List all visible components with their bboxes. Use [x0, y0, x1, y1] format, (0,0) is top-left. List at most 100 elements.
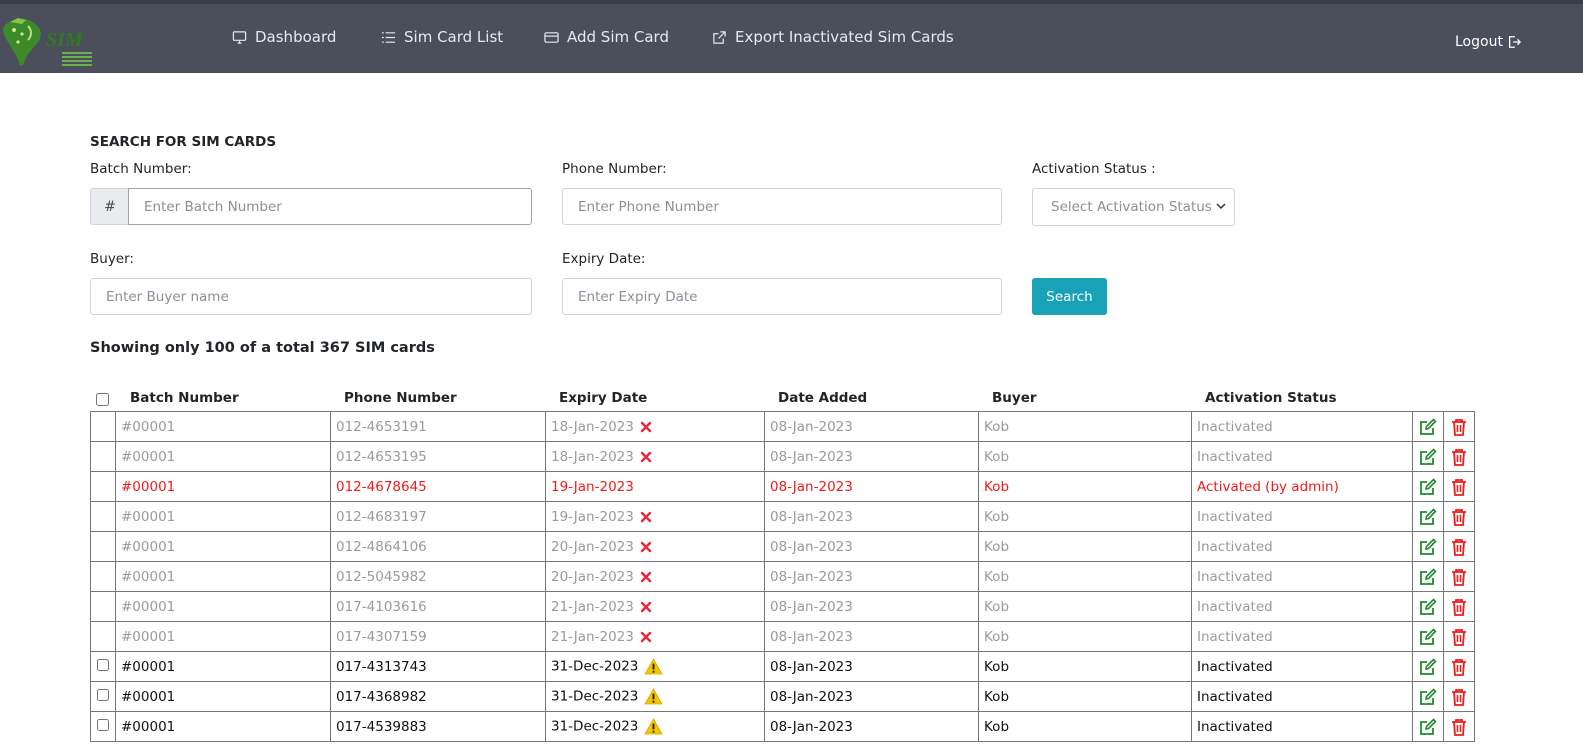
- nav-dashboard[interactable]: Dashboard: [232, 28, 336, 46]
- cell-text: 017-4313743: [336, 658, 427, 675]
- cell-text: Kob: [984, 658, 1010, 675]
- table-row: #00001 012-4653195 18-Jan-2023 08-Jan-2023 K…: [90, 441, 1475, 472]
- cell-expiry-date: 20-Jan-2023: [545, 561, 765, 592]
- cell-phone-number: 017-4307159: [330, 621, 546, 652]
- cell-text: Inactivated: [1197, 628, 1273, 645]
- edit-icon[interactable]: [1418, 477, 1438, 497]
- edit-button[interactable]: [1412, 681, 1444, 712]
- edit-button[interactable]: [1412, 591, 1444, 622]
- batch-number-input[interactable]: [128, 188, 532, 225]
- cell-expiry-date: 18-Jan-2023: [545, 411, 765, 442]
- buyer-input[interactable]: [90, 278, 532, 315]
- trash-icon[interactable]: [1449, 507, 1469, 527]
- search-button[interactable]: Search: [1032, 278, 1107, 315]
- cell-text: Inactivated: [1197, 448, 1273, 465]
- cell-batch-number: #00001: [115, 561, 331, 592]
- cell-expiry-date: 19-Jan-2023: [545, 501, 765, 532]
- delete-button[interactable]: [1443, 621, 1475, 652]
- delete-button[interactable]: [1443, 501, 1475, 532]
- edit-button[interactable]: [1412, 711, 1444, 742]
- cell-activation-status: Inactivated: [1191, 651, 1413, 682]
- trash-icon[interactable]: [1449, 597, 1469, 617]
- column-date-added[interactable]: Date Added: [778, 390, 867, 406]
- cell-date-added: 08-Jan-2023: [764, 411, 979, 442]
- logout-button[interactable]: Logout: [1455, 34, 1521, 50]
- delete-button[interactable]: [1443, 531, 1475, 562]
- nav-export-inactivated[interactable]: Export Inactivated Sim Cards: [712, 28, 954, 46]
- column-expiry-date[interactable]: Expiry Date: [559, 390, 647, 406]
- edit-icon[interactable]: [1418, 417, 1438, 437]
- activation-status-select[interactable]: Select Activation Status: [1032, 188, 1235, 226]
- trash-icon[interactable]: [1449, 447, 1469, 467]
- cell-text: 017-4539883: [336, 718, 427, 735]
- row-checkbox[interactable]: [97, 658, 109, 671]
- row-select-cell: [90, 471, 116, 502]
- trash-icon[interactable]: [1449, 567, 1469, 587]
- edit-icon[interactable]: [1418, 567, 1438, 587]
- table-row: #00001 017-4368982 31-Dec-2023 08-Jan-2023 K…: [90, 681, 1475, 712]
- nav-add-sim-card[interactable]: Add Sim Card: [544, 28, 669, 46]
- edit-icon[interactable]: [1418, 447, 1438, 467]
- trash-icon[interactable]: [1449, 417, 1469, 437]
- cell-date-added: 08-Jan-2023: [764, 561, 979, 592]
- trash-icon[interactable]: [1449, 687, 1469, 707]
- edit-icon[interactable]: [1418, 657, 1438, 677]
- edit-icon[interactable]: [1418, 537, 1438, 557]
- delete-button[interactable]: [1443, 681, 1475, 712]
- expiry-date-input[interactable]: [562, 278, 1002, 315]
- cell-text: #00001: [121, 568, 176, 585]
- select-all-checkbox[interactable]: [96, 393, 109, 406]
- delete-button[interactable]: [1443, 411, 1475, 442]
- cell-date-added: 08-Jan-2023: [764, 681, 979, 712]
- delete-button[interactable]: [1443, 471, 1475, 502]
- buyer-label: Buyer:: [90, 251, 134, 267]
- edit-icon[interactable]: [1418, 687, 1438, 707]
- delete-button[interactable]: [1443, 591, 1475, 622]
- cell-text: 08-Jan-2023: [770, 658, 853, 675]
- expired-x-icon: [640, 421, 652, 432]
- row-checkbox[interactable]: [97, 688, 109, 701]
- cell-phone-number: 017-4103616: [330, 591, 546, 622]
- edit-button[interactable]: [1412, 651, 1444, 682]
- column-buyer[interactable]: Buyer: [992, 390, 1037, 406]
- trash-icon[interactable]: [1449, 537, 1469, 557]
- column-phone-number[interactable]: Phone Number: [344, 390, 457, 406]
- phone-number-input[interactable]: [562, 188, 1002, 225]
- row-checkbox[interactable]: [97, 718, 109, 731]
- column-batch-number[interactable]: Batch Number: [130, 390, 239, 406]
- cell-text: 20-Jan-2023: [551, 538, 634, 555]
- cell-text: Inactivated: [1197, 538, 1273, 555]
- cell-text: Inactivated: [1197, 658, 1273, 675]
- edit-icon[interactable]: [1418, 717, 1438, 737]
- cell-buyer: Kob: [978, 591, 1192, 622]
- cell-text: Kob: [984, 478, 1010, 495]
- trash-icon[interactable]: [1449, 717, 1469, 737]
- delete-button[interactable]: [1443, 651, 1475, 682]
- edit-button[interactable]: [1412, 621, 1444, 652]
- cell-activation-status: Inactivated: [1191, 441, 1413, 472]
- table-row: #00001 017-4307159 21-Jan-2023 08-Jan-2023 K…: [90, 621, 1475, 652]
- row-select-cell: [90, 411, 116, 442]
- edit-button[interactable]: [1412, 501, 1444, 532]
- edit-button[interactable]: [1412, 531, 1444, 562]
- edit-icon[interactable]: [1418, 627, 1438, 647]
- edit-button[interactable]: [1412, 471, 1444, 502]
- column-activation-status[interactable]: Activation Status: [1205, 390, 1337, 406]
- edit-button[interactable]: [1412, 561, 1444, 592]
- edit-icon[interactable]: [1418, 507, 1438, 527]
- delete-button[interactable]: [1443, 441, 1475, 472]
- trash-icon[interactable]: [1449, 477, 1469, 497]
- trash-icon[interactable]: [1449, 627, 1469, 647]
- edit-button[interactable]: [1412, 411, 1444, 442]
- cell-text: 21-Jan-2023: [551, 628, 634, 645]
- cell-text: #00001: [121, 628, 176, 645]
- cell-expiry-date: 21-Jan-2023: [545, 591, 765, 622]
- delete-button[interactable]: [1443, 561, 1475, 592]
- delete-button[interactable]: [1443, 711, 1475, 742]
- nav-sim-card-list[interactable]: Sim Card List: [381, 28, 503, 46]
- sim-logo[interactable]: SIM: [2, 12, 94, 72]
- edit-icon[interactable]: [1418, 597, 1438, 617]
- trash-icon[interactable]: [1449, 657, 1469, 677]
- edit-button[interactable]: [1412, 441, 1444, 472]
- cell-text: Kob: [984, 598, 1010, 615]
